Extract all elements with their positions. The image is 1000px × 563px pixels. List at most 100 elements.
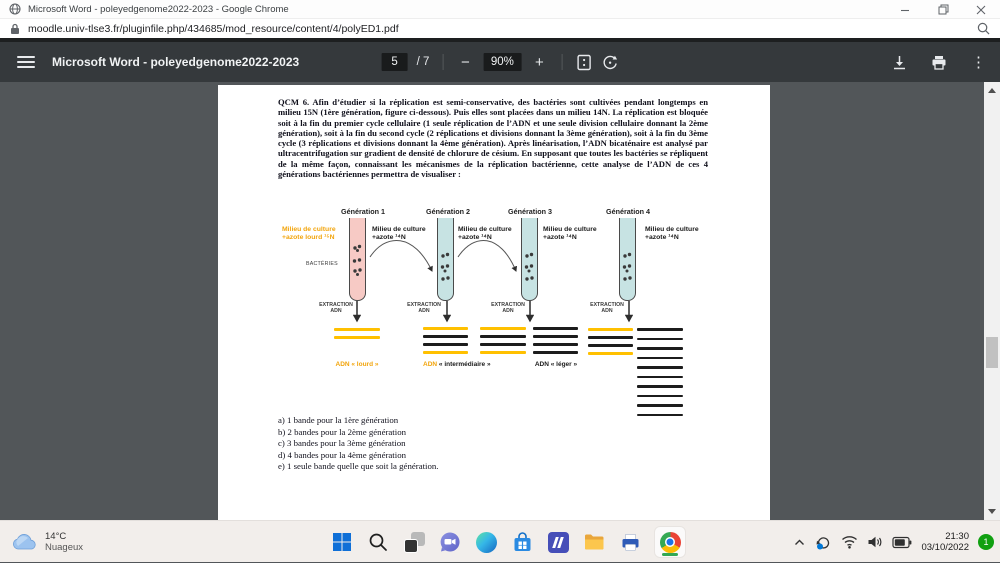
cloud-icon: [13, 533, 36, 549]
dna-band-light: [533, 335, 578, 338]
url-text[interactable]: moodle.univ-tlse3.fr/pluginfile.php/4346…: [28, 23, 977, 35]
scroll-up-icon[interactable]: [988, 88, 996, 93]
pdf-toolbar: Microsoft Word - poleyedgenome2022-2023 …: [0, 42, 1000, 82]
zoom-indicator-icon[interactable]: [977, 22, 990, 35]
figure-arrows: [352, 240, 634, 323]
zoom-level-input[interactable]: 90%: [483, 53, 522, 71]
tray-chevron-up-icon[interactable]: [793, 536, 806, 549]
answer-option: b) 2 bandes pour la 2ème génération: [278, 426, 406, 437]
dna-band-light: [637, 356, 683, 360]
extraction-label: EXTRACTION ADN: [319, 302, 353, 315]
extraction-label: EXTRACTION ADN: [590, 302, 624, 315]
teams-chat-button[interactable]: [438, 530, 462, 554]
restore-button[interactable]: [924, 0, 962, 19]
notification-badge[interactable]: 1: [978, 534, 994, 550]
zoom-in-button[interactable]: +: [530, 54, 548, 71]
dna-band-light: [637, 347, 683, 350]
dna-band-heavy: [423, 327, 468, 330]
weather-temp: 14°C: [45, 530, 67, 542]
dna-band-light: [533, 327, 578, 330]
pdf-viewport: QCM 6. Afin d’étudier si la réplication …: [0, 82, 1000, 520]
pdf-document-title: Microsoft Word - poleyedgenome2022-2023: [52, 55, 300, 69]
file-explorer-button[interactable]: [582, 530, 606, 554]
fit-to-page-icon[interactable]: [575, 54, 592, 71]
dna-band-light: [637, 413, 683, 417]
dna-band-light: [588, 344, 633, 347]
printer-app-button[interactable]: [618, 530, 642, 554]
search-icon: [369, 533, 387, 551]
scroll-down-icon[interactable]: [988, 509, 996, 514]
dna-band-heavy: [423, 351, 468, 354]
dna-band-heavy: [480, 351, 526, 354]
print-icon[interactable]: [931, 55, 947, 70]
zoom-out-button[interactable]: −: [456, 54, 474, 71]
weather-desc: Nuageux: [45, 542, 84, 553]
dna-band-light: [637, 366, 683, 369]
edge-icon: [475, 531, 497, 553]
edge-button[interactable]: [474, 530, 498, 554]
task-view-icon: [403, 531, 425, 553]
url-bar[interactable]: moodle.univ-tlse3.fr/pluginfile.php/4346…: [0, 19, 1000, 38]
close-icon: [976, 5, 986, 14]
toolbar-separator: [442, 54, 444, 70]
battery-icon[interactable]: [892, 536, 912, 549]
start-button[interactable]: [330, 530, 354, 554]
volume-icon[interactable]: [867, 535, 883, 549]
pdf-page: QCM 6. Afin d’étudier si la réplication …: [218, 85, 770, 520]
answer-option: d) 4 bandes pour la 4ème génération: [278, 449, 406, 460]
dna-band-light: [637, 375, 683, 379]
transfer-arrow-2-3: [457, 240, 518, 272]
dna-band-light: [637, 394, 683, 398]
toolbar-separator: [561, 54, 563, 70]
answer-option: e) 1 seule bande quelle que soit la géné…: [278, 461, 439, 472]
chrome-button[interactable]: [654, 526, 686, 558]
dna-band-light: [423, 335, 468, 338]
dna-band-light: [423, 343, 468, 346]
page-favicon-globe-icon: [9, 3, 21, 15]
dna-band-heavy: [334, 328, 380, 331]
dna-heavy-label: ADN « lourd »: [335, 361, 379, 368]
menu-icon[interactable]: [17, 56, 35, 68]
sync-status-icon[interactable]: [815, 534, 832, 550]
dna-band-light: [533, 351, 578, 354]
dna-band-light: [637, 385, 683, 388]
window-title: Microsoft Word - poleyedgenome2022-2023 …: [28, 3, 289, 15]
dna-intermediate-label: ADN « intermédiaire »: [423, 361, 491, 368]
minimize-button[interactable]: [886, 0, 924, 19]
question-text: QCM 6. Afin d’étudier si la réplication …: [278, 97, 708, 180]
windows-start-icon: [333, 533, 351, 551]
page-number-input[interactable]: 5: [381, 53, 408, 71]
dna-band-heavy: [480, 327, 526, 330]
weather-widget[interactable]: 14°C Nuageux: [12, 521, 83, 563]
active-app-indicator: [662, 553, 678, 556]
folder-icon: [585, 534, 604, 550]
answer-option: c) 3 bandes pour la 3ème génération: [278, 438, 406, 449]
extraction-label: EXTRACTION ADN: [407, 302, 441, 315]
task-view-button[interactable]: [402, 530, 426, 554]
vertical-scrollbar[interactable]: [984, 82, 1000, 520]
chrome-icon: [659, 531, 681, 553]
answer-option: a) 1 bande pour la 1ère génération: [278, 415, 399, 425]
m365-app-button[interactable]: [546, 530, 570, 554]
download-icon[interactable]: [892, 55, 907, 70]
answer-list: a) 1 bande pour la 1ère génération b) 2 b…: [278, 415, 438, 473]
more-options-icon[interactable]: ⋮: [971, 53, 986, 71]
scrollbar-thumb[interactable]: [986, 337, 998, 368]
wifi-icon[interactable]: [841, 535, 858, 549]
extraction-label: EXTRACTION ADN: [491, 302, 525, 315]
rotate-icon[interactable]: [601, 54, 618, 71]
dna-band-light: [637, 328, 683, 331]
transfer-arrow-1-2: [369, 240, 433, 272]
clock-widget[interactable]: 21:30 03/10/2022: [921, 531, 969, 553]
minimize-icon: [901, 9, 909, 11]
page-total-label: / 7: [416, 56, 430, 68]
dna-band-light: [637, 404, 683, 407]
lock-icon[interactable]: [10, 23, 20, 35]
close-button[interactable]: [962, 0, 1000, 19]
tray-date: 03/10/2022: [921, 542, 969, 553]
m365-icon: [547, 531, 569, 553]
dna-band-light: [533, 343, 578, 346]
taskbar-search-button[interactable]: [366, 530, 390, 554]
dna-band-heavy: [334, 336, 380, 339]
microsoft-store-button[interactable]: [510, 530, 534, 554]
